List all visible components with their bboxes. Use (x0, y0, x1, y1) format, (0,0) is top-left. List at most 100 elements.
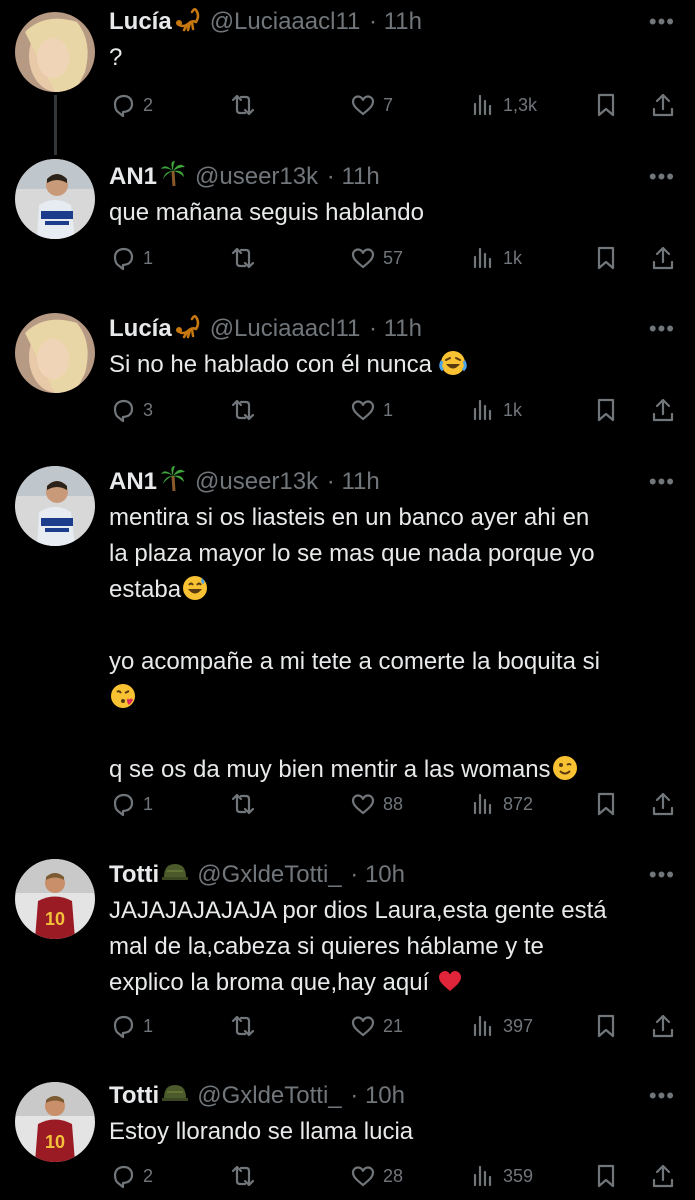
share-icon (652, 398, 674, 422)
timestamp[interactable]: · 11h (369, 315, 422, 342)
timestamp[interactable]: · 10h (350, 1082, 405, 1109)
bookmark-button[interactable] (592, 1156, 620, 1196)
reply-button[interactable]: 2 (109, 85, 153, 125)
reply-button[interactable]: 2 (109, 1156, 153, 1196)
retweet-button[interactable] (229, 238, 257, 278)
author-handle[interactable]: @Luciaaacl11 (210, 315, 361, 342)
author-name[interactable]: Totti (109, 1082, 159, 1109)
retweet-button[interactable] (229, 784, 257, 824)
tweet[interactable]: 10 Totti @GxldeTotti_ · 10h ••• Estoy llo… (0, 1074, 695, 1200)
bookmark-icon (597, 1164, 615, 1188)
views-button[interactable]: 1,3k (469, 85, 537, 125)
more-icon[interactable]: ••• (649, 857, 675, 893)
face-blowing-kiss-emoji (109, 682, 137, 710)
tweet[interactable]: Lucía @Luciaaacl11 · 11h ••• ? 2 7 1,3k (0, 0, 695, 150)
author-handle[interactable]: @GxldeTotti_ (197, 861, 341, 888)
reply-button[interactable]: 3 (109, 390, 153, 430)
bookmark-button[interactable] (592, 85, 620, 125)
avatar[interactable] (15, 159, 95, 239)
avatar[interactable] (15, 12, 95, 92)
author-name[interactable]: AN1 (109, 468, 157, 495)
retweet-button[interactable] (229, 85, 257, 125)
more-icon[interactable]: ••• (649, 1078, 675, 1114)
reply-button[interactable]: 1 (109, 238, 153, 278)
author-name[interactable]: Lucía (109, 315, 172, 342)
share-button[interactable] (649, 238, 677, 278)
more-icon[interactable]: ••• (649, 311, 675, 347)
author-name[interactable]: AN1 (109, 163, 157, 190)
views-button[interactable]: 872 (469, 784, 533, 824)
bookmark-button[interactable] (592, 784, 620, 824)
avatar[interactable] (15, 313, 95, 393)
like-button[interactable]: 88 (349, 784, 403, 824)
timestamp[interactable]: · 10h (350, 861, 405, 888)
share-button[interactable] (649, 784, 677, 824)
like-button[interactable]: 1 (349, 390, 393, 430)
share-button[interactable] (649, 390, 677, 430)
views-icon (473, 1165, 492, 1187)
tweet[interactable]: AN1 @useer13k · 11h ••• que mañana seguis… (0, 155, 695, 305)
reply-icon (113, 247, 134, 271)
author-name[interactable]: Totti (109, 861, 159, 888)
author-handle[interactable]: @GxldeTotti_ (197, 1082, 341, 1109)
text-line: mal de la,cabeza si quieres háblame y te (109, 933, 544, 960)
reply-icon (113, 1165, 134, 1189)
retweet-button[interactable] (229, 1006, 257, 1046)
military-helmet-emoji (161, 1080, 189, 1106)
like-button[interactable]: 7 (349, 85, 393, 125)
retweet-button[interactable] (229, 390, 257, 430)
bookmark-button[interactable] (592, 238, 620, 278)
like-button[interactable]: 28 (349, 1156, 403, 1196)
author-handle[interactable]: @useer13k (195, 468, 318, 495)
avatar[interactable]: 10 (15, 1082, 95, 1162)
timestamp[interactable]: · 11h (327, 468, 380, 495)
bookmark-icon (597, 246, 615, 270)
reply-count: 3 (143, 399, 154, 420)
scorpion-emoji (174, 313, 202, 339)
author-name[interactable]: Lucía (109, 8, 172, 35)
bookmark-icon (597, 93, 615, 117)
tweet-text: Si no he hablado con él nunca (109, 351, 439, 378)
like-count: 57 (383, 247, 404, 268)
author-handle[interactable]: @useer13k (195, 163, 318, 190)
tweet-text: mentira si os liasteis en un banco ayer … (109, 500, 675, 788)
retweet-button[interactable] (229, 1156, 257, 1196)
reply-button[interactable]: 1 (109, 784, 153, 824)
like-icon (351, 248, 375, 269)
like-icon (351, 1016, 375, 1037)
tweet-text: que mañana seguis hablando (109, 199, 424, 226)
views-button[interactable]: 397 (469, 1006, 533, 1046)
like-button[interactable]: 57 (349, 238, 403, 278)
tweet[interactable]: Lucía @Luciaaacl11 · 11h ••• Si no he hab… (0, 307, 695, 457)
reply-count: 1 (143, 1015, 154, 1036)
share-button[interactable] (649, 1006, 677, 1046)
view-count: 1k (503, 399, 523, 420)
share-button[interactable] (649, 1156, 677, 1196)
more-icon[interactable]: ••• (649, 159, 675, 195)
views-button[interactable]: 359 (469, 1156, 533, 1196)
avatar[interactable]: 10 (15, 859, 95, 939)
more-icon[interactable]: ••• (649, 464, 675, 500)
bookmark-button[interactable] (592, 390, 620, 430)
retweet-icon (231, 793, 255, 815)
like-icon (351, 95, 375, 116)
like-button[interactable]: 21 (349, 1006, 403, 1046)
more-icon[interactable]: ••• (649, 4, 675, 40)
palm-tree-emoji (159, 159, 187, 187)
timestamp[interactable]: · 11h (369, 8, 422, 35)
tweet[interactable]: AN1 @useer13k · 11h ••• mentira si os lia… (0, 460, 695, 840)
share-button[interactable] (649, 85, 677, 125)
timestamp[interactable]: · 11h (327, 163, 380, 190)
avatar[interactable] (15, 466, 95, 546)
views-button[interactable]: 1k (469, 390, 522, 430)
views-button[interactable]: 1k (469, 238, 522, 278)
crying-laughing-emoji (438, 349, 467, 377)
share-icon (652, 1164, 674, 1188)
like-count: 7 (383, 94, 394, 115)
author-handle[interactable]: @Luciaaacl11 (210, 8, 361, 35)
like-icon (351, 1166, 375, 1187)
bookmark-button[interactable] (592, 1006, 620, 1046)
tweet[interactable]: 10 Totti @GxldeTotti_ · 10h ••• JAJAJAJAJ… (0, 853, 695, 1063)
reply-icon (113, 94, 134, 118)
reply-button[interactable]: 1 (109, 1006, 153, 1046)
